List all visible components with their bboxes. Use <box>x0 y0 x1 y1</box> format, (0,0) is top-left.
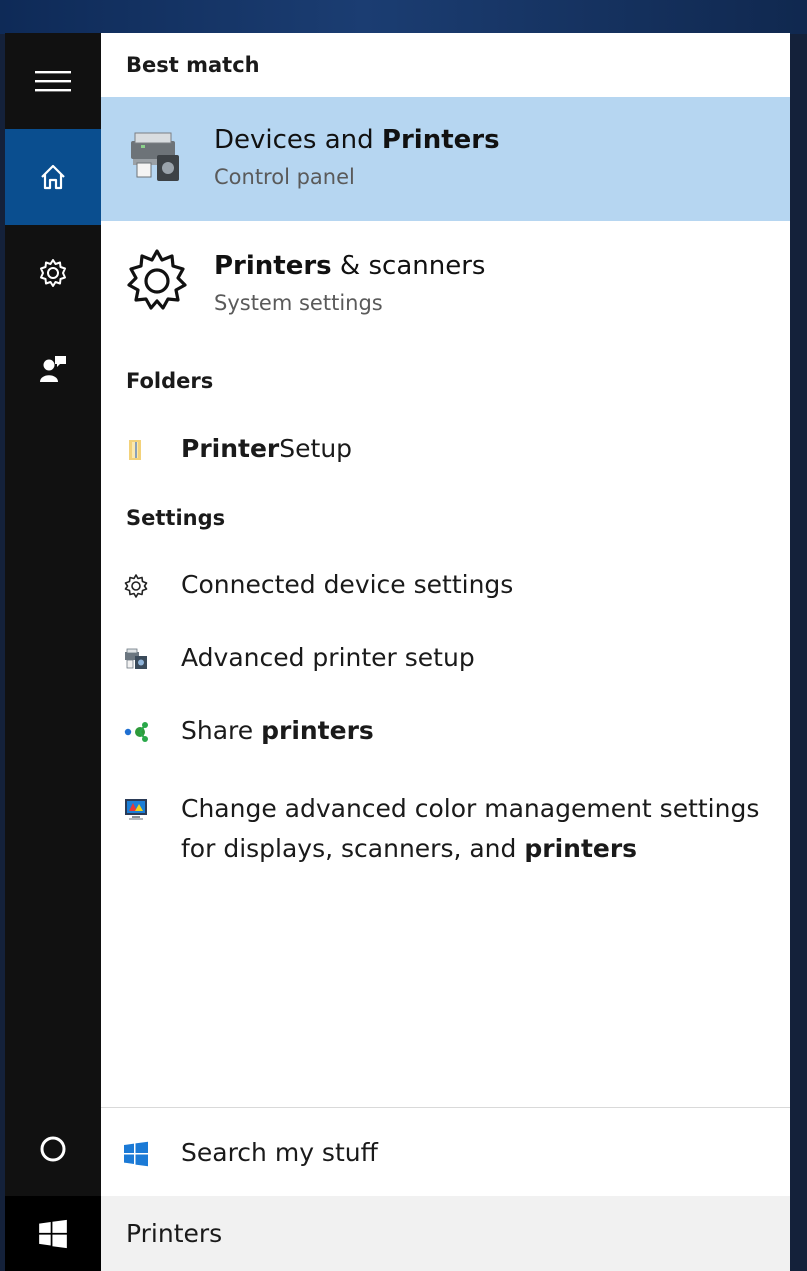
devices-printers-icon <box>131 132 179 181</box>
setting-label: Change advanced color management setting… <box>181 794 760 863</box>
result-subtitle: System settings <box>214 291 383 315</box>
search-panel: Best match Devices and Printers Control … <box>5 33 790 1271</box>
result-devices-and-printers[interactable]: Devices and Printers Control panel <box>101 97 790 221</box>
cortana-button[interactable] <box>5 1101 101 1197</box>
search-my-stuff-link[interactable]: Search my stuff <box>101 1124 790 1184</box>
folder-item-printersetup[interactable]: PrinterSetup <box>101 420 790 480</box>
gear-icon <box>40 259 66 287</box>
feedback-icon <box>40 356 66 382</box>
settings-button[interactable] <box>5 225 101 321</box>
result-title: Printers & scanners <box>214 251 486 281</box>
windows-logo-icon <box>39 1219 67 1248</box>
setting-share-printers[interactable]: Share printers <box>101 702 790 762</box>
result-printers-and-scanners[interactable]: Printers & scanners System settings <box>101 223 790 347</box>
gear-icon <box>127 249 187 310</box>
hamburger-menu-button[interactable] <box>5 33 101 129</box>
windows-logo-icon <box>124 1141 148 1167</box>
printer-icon <box>125 648 147 669</box>
setting-label: Share printers <box>181 716 374 745</box>
search-box[interactable] <box>101 1196 790 1271</box>
folder-item-label: PrinterSetup <box>181 434 353 463</box>
section-heading-folders: Folders <box>126 369 214 393</box>
search-input[interactable] <box>101 1196 790 1271</box>
start-button[interactable] <box>5 1196 101 1271</box>
cortana-icon <box>40 1136 66 1162</box>
setting-color-management[interactable]: Change advanced color management setting… <box>101 785 790 877</box>
home-button[interactable] <box>5 129 101 225</box>
share-icon <box>124 722 148 742</box>
section-heading-settings: Settings <box>126 506 226 530</box>
monitor-color-icon <box>125 799 147 820</box>
results-pane: Best match Devices and Printers Control … <box>101 33 790 1271</box>
folder-icon <box>129 440 141 460</box>
search-my-stuff-label: Search my stuff <box>181 1138 378 1167</box>
section-heading-best-match: Best match <box>126 53 260 77</box>
divider <box>101 1107 790 1108</box>
setting-advanced-printer-setup[interactable]: Advanced printer setup <box>101 629 790 689</box>
setting-label: Connected device settings <box>181 570 514 599</box>
desktop-background <box>0 0 807 34</box>
setting-label: Advanced printer setup <box>181 643 475 672</box>
result-title: Devices and Printers <box>214 125 500 155</box>
feedback-button[interactable] <box>5 321 101 417</box>
home-icon <box>41 164 65 190</box>
gear-icon <box>124 574 148 598</box>
result-subtitle: Control panel <box>214 165 355 189</box>
setting-connected-device-settings[interactable]: Connected device settings <box>101 556 790 616</box>
hamburger-icon <box>35 71 71 92</box>
left-rail <box>5 33 101 1271</box>
